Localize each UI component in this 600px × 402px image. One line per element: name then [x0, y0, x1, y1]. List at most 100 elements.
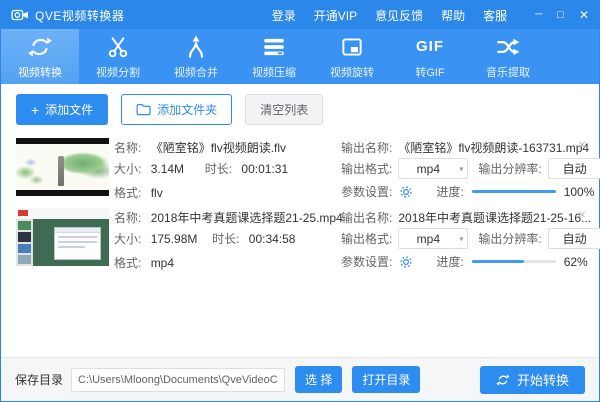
resolution-label: 输出分辨率:: [478, 162, 542, 176]
file-duration: 00:34:58: [248, 232, 296, 246]
tab-label: 视频旋转: [330, 66, 374, 79]
folder-icon: [136, 104, 151, 116]
open-dir-button[interactable]: 打开目录: [352, 366, 421, 393]
progress-percent: 100%: [563, 184, 595, 199]
tab-video-rotate[interactable]: 视频旋转: [313, 29, 391, 84]
add-file-button[interactable]: + 添加文件: [16, 94, 109, 125]
titlebar-menu: 登录 开通VIP 意见反馈 帮助 客服 ─ □ ✕: [272, 7, 589, 24]
tab-label: 视频合并: [174, 66, 218, 79]
format-label: 格式:: [114, 186, 142, 200]
tab-label: 转GIF: [415, 66, 445, 79]
progress-fill: [471, 190, 556, 193]
tab-video-split[interactable]: 视频分割: [79, 29, 157, 84]
file-name: 《陋室铭》flv视频朗读.flv: [150, 141, 287, 155]
gear-icon[interactable]: [398, 184, 414, 200]
output-name-label: 输出名称:: [341, 141, 393, 155]
scissors-icon: [108, 36, 128, 57]
convert-icon: [28, 36, 52, 57]
remove-file-icon[interactable]: ×: [578, 138, 586, 151]
progress-bar: [471, 260, 556, 263]
add-folder-label: 添加文件夹: [157, 103, 218, 117]
app-title: QVE视频转换器: [35, 8, 125, 23]
tab-label: 视频转换: [18, 66, 62, 79]
rotate-icon: [342, 37, 362, 56]
output-name: 2018年中考真题课选择题21-25-16...: [398, 211, 592, 225]
menu-help[interactable]: 帮助: [441, 7, 465, 24]
chevron-down-icon: ▾: [459, 234, 464, 243]
progress-bar: [471, 190, 556, 193]
menu-support[interactable]: 客服: [483, 7, 507, 24]
output-format-select[interactable]: mp4 ▾: [398, 228, 469, 249]
file-size: 175.98M: [150, 232, 198, 246]
tab-to-gif[interactable]: GIF 转GIF: [391, 29, 469, 84]
output-format-select[interactable]: mp4 ▾: [398, 158, 469, 179]
file-size: 3.14M: [150, 162, 185, 176]
app-logo: QVE视频转换器: [11, 7, 124, 24]
progress-group: 进度: 62%: [436, 253, 587, 270]
save-dir-label: 保存目录: [15, 373, 64, 387]
tab-video-convert[interactable]: 视频转换: [1, 29, 79, 84]
resolution-label: 输出分辨率:: [478, 232, 542, 246]
video-thumbnail: [16, 208, 109, 266]
gear-icon[interactable]: [398, 254, 414, 270]
tab-label: 视频分割: [96, 66, 140, 79]
plus-icon: +: [31, 101, 40, 118]
size-label: 大小:: [114, 162, 142, 176]
params-label: 参数设置:: [341, 185, 393, 199]
output-name-label: 输出名称:: [341, 211, 393, 225]
music-extract-icon: [497, 38, 520, 55]
name-label: 名称:: [114, 141, 142, 155]
clear-list-label: 清空列表: [260, 103, 309, 117]
gif-icon: GIF: [416, 38, 444, 55]
footer-bar: 保存目录 选 择 打开目录 开始转换: [1, 357, 599, 401]
save-dir-input[interactable]: [71, 367, 286, 392]
tab-music-extract[interactable]: 音乐提取: [469, 29, 547, 84]
output-format-label: 输出格式:: [341, 162, 393, 176]
format-label: 格式:: [114, 256, 142, 270]
tab-label: 视频压缩: [252, 66, 296, 79]
tab-video-compress[interactable]: 视频压缩: [235, 29, 313, 84]
add-file-label: 添加文件: [45, 103, 94, 117]
resolution-select[interactable]: 自动 ▾: [547, 158, 600, 179]
progress-group: 进度: 100%: [436, 183, 594, 200]
duration-label: 时长:: [212, 232, 240, 246]
file-row-1: 名称: 《陋室铭》flv视频朗读.flv 大小: 3.14M 时长: 00:01…: [16, 136, 600, 200]
minimize-icon[interactable]: ─: [535, 10, 542, 20]
choose-dir-button[interactable]: 选 择: [295, 366, 343, 393]
video-thumbnail: [16, 138, 109, 196]
close-icon[interactable]: ✕: [579, 9, 589, 21]
start-convert-label: 开始转换: [516, 373, 569, 388]
tab-video-merge[interactable]: 视频合并: [157, 29, 235, 84]
output-format-value: mp4: [416, 161, 441, 176]
clear-list-button[interactable]: 清空列表: [245, 94, 324, 125]
maximize-icon[interactable]: □: [557, 9, 564, 21]
file-name: 2018年中考真题课选择题21-25.mp4: [150, 211, 343, 225]
add-folder-button[interactable]: 添加文件夹: [121, 94, 233, 125]
resolution-select[interactable]: 自动 ▾: [547, 228, 600, 249]
title-bar: QVE视频转换器 登录 开通VIP 意见反馈 帮助 客服 ─ □ ✕: [1, 1, 599, 29]
app-window: QVE视频转换器 登录 开通VIP 意见反馈 帮助 客服 ─ □ ✕ 视频转换: [0, 0, 600, 402]
chevron-down-icon: ▾: [459, 164, 464, 173]
progress-fill: [471, 260, 524, 263]
menu-feedback[interactable]: 意见反馈: [375, 7, 423, 24]
content-area: + 添加文件 添加文件夹 清空列表 名称: 《陋室铭》flv视频朗读.flv 大…: [1, 84, 600, 359]
video-camera-icon: [11, 9, 28, 21]
remove-file-icon[interactable]: ×: [578, 208, 586, 221]
tab-label: 音乐提取: [486, 66, 530, 79]
menu-login[interactable]: 登录: [272, 7, 296, 24]
progress-label: 进度:: [436, 255, 464, 269]
file-duration: 00:01:31: [241, 162, 289, 176]
file-format: flv: [150, 186, 163, 200]
menu-vip[interactable]: 开通VIP: [314, 7, 357, 24]
progress-percent: 62%: [563, 254, 588, 269]
resolution-value: 自动: [562, 162, 587, 176]
window-controls: ─ □ ✕: [535, 9, 589, 21]
main-tabbar: 视频转换 视频分割 视频合并 视频压缩 视频旋转 GIF 转GIF 音乐提取: [1, 29, 599, 84]
output-format-label: 输出格式:: [341, 232, 393, 246]
output-format-value: mp4: [416, 231, 441, 246]
start-convert-button[interactable]: 开始转换: [479, 365, 585, 394]
compress-icon: [264, 38, 284, 55]
resolution-value: 自动: [562, 232, 587, 246]
file-row-2: 名称: 2018年中考真题课选择题21-25.mp4 大小: 175.98M 时…: [16, 206, 600, 270]
progress-label: 进度:: [436, 185, 464, 199]
